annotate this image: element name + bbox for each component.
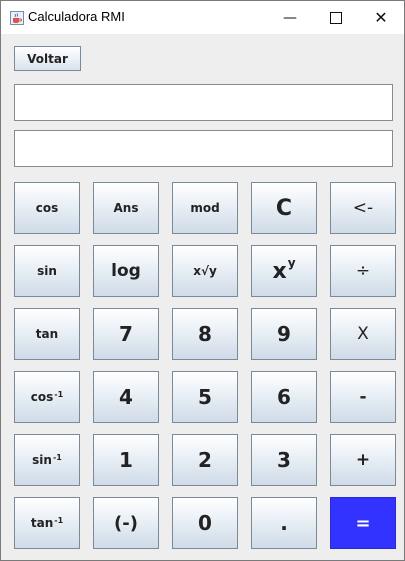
digit-7-button[interactable]: 7 <box>93 308 159 360</box>
title-bar[interactable]: Calculadora RMI — ✕ <box>1 1 404 34</box>
ans-button[interactable]: Ans <box>93 182 159 234</box>
cos-button[interactable]: cos <box>14 182 80 234</box>
digit-4-button[interactable]: 4 <box>93 371 159 423</box>
digit-5-button[interactable]: 5 <box>172 371 238 423</box>
log-button[interactable]: log <box>93 245 159 297</box>
multiply-button[interactable]: X <box>330 308 396 360</box>
clear-button[interactable]: C <box>251 182 317 234</box>
decimal-point-button[interactable]: . <box>251 497 317 549</box>
tan-button[interactable]: tan <box>14 308 80 360</box>
add-button[interactable]: + <box>330 434 396 486</box>
java-cup-icon <box>10 10 24 25</box>
arcsin-button[interactable]: sin -1 <box>14 434 80 486</box>
arccos-button[interactable]: cos -1 <box>14 371 80 423</box>
root-button[interactable]: x√y <box>172 245 238 297</box>
keypad: cos Ans mod C <- sin log x√y xy ÷ tan 7 … <box>14 182 396 549</box>
arctan-button[interactable]: tan -1 <box>14 497 80 549</box>
digit-6-button[interactable]: 6 <box>251 371 317 423</box>
window-title: Calculadora RMI <box>28 9 125 24</box>
maximize-icon[interactable] <box>313 1 359 34</box>
mod-button[interactable]: mod <box>172 182 238 234</box>
expression-field[interactable] <box>14 84 393 121</box>
digit-2-button[interactable]: 2 <box>172 434 238 486</box>
back-button[interactable]: Voltar <box>14 46 81 71</box>
sin-button[interactable]: sin <box>14 245 80 297</box>
digit-1-button[interactable]: 1 <box>93 434 159 486</box>
digit-3-button[interactable]: 3 <box>251 434 317 486</box>
divide-button[interactable]: ÷ <box>330 245 396 297</box>
result-field[interactable] <box>14 130 393 167</box>
calculator-window: Calculadora RMI — ✕ Voltar cos Ans mod C… <box>0 0 405 561</box>
digit-8-button[interactable]: 8 <box>172 308 238 360</box>
subtract-button[interactable]: - <box>330 371 396 423</box>
minimize-icon[interactable]: — <box>267 1 313 34</box>
digit-9-button[interactable]: 9 <box>251 308 317 360</box>
equals-button[interactable]: = <box>330 497 396 549</box>
digit-0-button[interactable]: 0 <box>172 497 238 549</box>
negate-button[interactable]: (-) <box>93 497 159 549</box>
backspace-button[interactable]: <- <box>330 182 396 234</box>
power-button[interactable]: xy <box>251 245 317 297</box>
close-icon[interactable]: ✕ <box>358 1 404 34</box>
